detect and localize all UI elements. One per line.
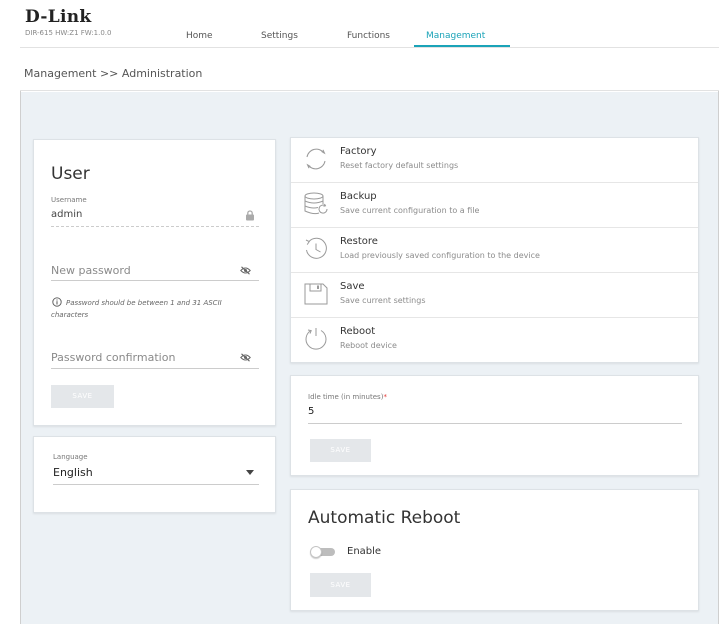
username-underline (51, 226, 259, 227)
idle-time-underline (308, 423, 682, 424)
username-field: admin (51, 209, 83, 220)
nav-management[interactable]: Management (426, 0, 485, 48)
eye-hidden-icon[interactable] (240, 353, 251, 362)
user-save-button[interactable]: SAVE (51, 385, 114, 408)
lock-icon (246, 210, 254, 221)
breadcrumb: Management >> Administration (24, 67, 203, 80)
required-mark: * (383, 393, 387, 401)
action-reboot[interactable]: Reboot Reboot device (291, 318, 698, 363)
new-password-field[interactable]: New password (51, 264, 131, 277)
idle-save-button[interactable]: SAVE (310, 439, 371, 462)
nav-settings[interactable]: Settings (261, 0, 298, 48)
auto-reboot-save-button[interactable]: SAVE (310, 573, 371, 597)
action-restore[interactable]: Restore Load previously saved configurat… (291, 228, 698, 273)
reboot-icon (305, 328, 327, 350)
user-card-title: User (51, 164, 90, 184)
language-label: Language (53, 453, 88, 461)
save-icon (304, 283, 328, 305)
automatic-reboot-title: Automatic Reboot (308, 508, 461, 528)
nav-home[interactable]: Home (186, 0, 213, 48)
user-card: User Username admin New password Passwor… (33, 139, 276, 426)
password-hint: Password should be between 1 and 31 ASCI… (51, 299, 222, 319)
enable-label: Enable (347, 546, 382, 557)
automatic-reboot-card: Automatic Reboot Enable SAVE (290, 489, 699, 611)
top-bar: D-Link DIR-615 HW:Z1 FW:1.0.0 Home Setti… (20, 0, 719, 48)
action-subtitle: Load previously saved configuration to t… (340, 251, 540, 260)
action-title: Reboot (340, 326, 376, 337)
action-save[interactable]: Save Save current settings (291, 273, 698, 318)
action-subtitle: Reboot device (340, 341, 397, 350)
action-title: Save (340, 281, 365, 292)
content-area: User Username admin New password Passwor… (21, 92, 718, 624)
factory-reset-icon (306, 148, 326, 170)
language-underline (53, 484, 259, 485)
password-confirmation-underline (51, 368, 259, 369)
brand-logo: D-Link (25, 7, 92, 27)
backup-icon (304, 192, 328, 215)
toggle-knob (310, 546, 322, 558)
new-password-underline (51, 280, 259, 281)
action-title: Factory (340, 146, 377, 157)
logo: D-Link DIR-615 HW:Z1 FW:1.0.0 (25, 7, 112, 38)
username-label: Username (51, 196, 87, 204)
action-subtitle: Reset factory default settings (340, 161, 459, 170)
restore-icon (305, 237, 327, 259)
action-factory[interactable]: Factory Reset factory default settings (291, 138, 698, 183)
firmware-info: DIR-615 HW:Z1 FW:1.0.0 (25, 29, 112, 37)
action-subtitle: Save current settings (340, 296, 426, 305)
nav-active-underline (414, 45, 510, 47)
idle-time-card: Idle time (in minutes)* 5 SAVE (290, 375, 699, 476)
nav-functions[interactable]: Functions (347, 0, 390, 48)
action-backup[interactable]: Backup Save current configuration to a f… (291, 183, 698, 228)
action-title: Restore (340, 236, 378, 247)
chevron-down-icon[interactable] (246, 470, 254, 475)
enable-toggle[interactable] (310, 546, 335, 558)
actions-card: Factory Reset factory default settings B… (290, 137, 699, 363)
eye-hidden-icon[interactable] (240, 266, 251, 275)
action-title: Backup (340, 191, 377, 202)
language-card: Language English (33, 436, 276, 513)
password-confirmation-field[interactable]: Password confirmation (51, 351, 175, 364)
action-subtitle: Save current configuration to a file (340, 206, 480, 215)
idle-time-label: Idle time (in minutes)* (308, 393, 387, 401)
idle-time-input[interactable]: 5 (308, 406, 314, 417)
language-select[interactable]: English (53, 466, 93, 479)
idle-time-label-text: Idle time (in minutes) (308, 393, 384, 401)
breadcrumb-bar: Management >> Administration (20, 48, 719, 91)
